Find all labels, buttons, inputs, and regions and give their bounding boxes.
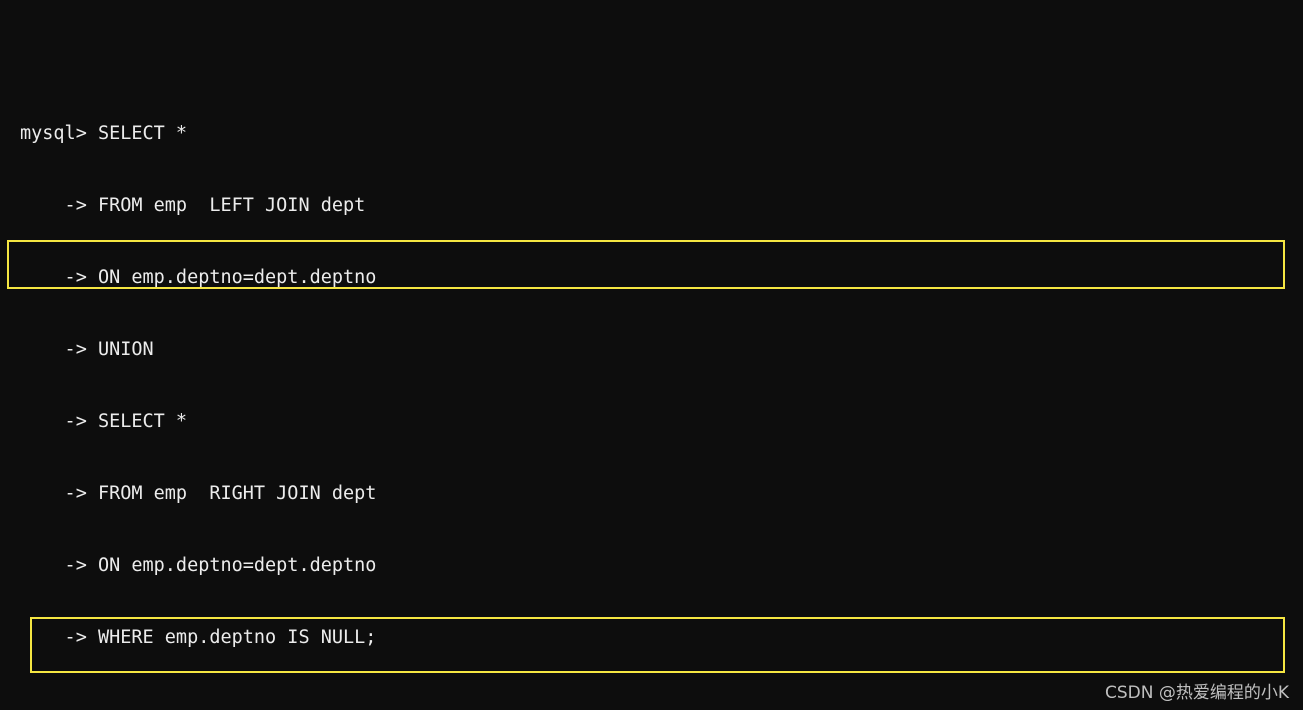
sql-line: -> ON emp.deptno=dept.deptno xyxy=(20,267,377,288)
terminal-screen: mysql> SELECT * -> FROM emp LEFT JOIN de… xyxy=(20,2,1223,710)
sql-line: -> SELECT * xyxy=(20,411,188,432)
sql-line: -> FROM emp LEFT JOIN dept xyxy=(20,195,366,216)
sql-line: -> ON emp.deptno=dept.deptno xyxy=(20,555,377,576)
terminal-window: mysql> SELECT * -> FROM emp LEFT JOIN de… xyxy=(0,0,1303,710)
sql-line: mysql> SELECT * xyxy=(20,123,188,144)
sql-line: -> WHERE emp.deptno IS NULL; xyxy=(20,627,377,648)
watermark: CSDN @热爱编程的小K xyxy=(1104,683,1289,703)
sql-query-block: mysql> SELECT * -> FROM emp LEFT JOIN de… xyxy=(20,74,1223,698)
sql-line: -> UNION xyxy=(20,339,154,360)
sql-line: -> FROM emp RIGHT JOIN dept xyxy=(20,483,377,504)
